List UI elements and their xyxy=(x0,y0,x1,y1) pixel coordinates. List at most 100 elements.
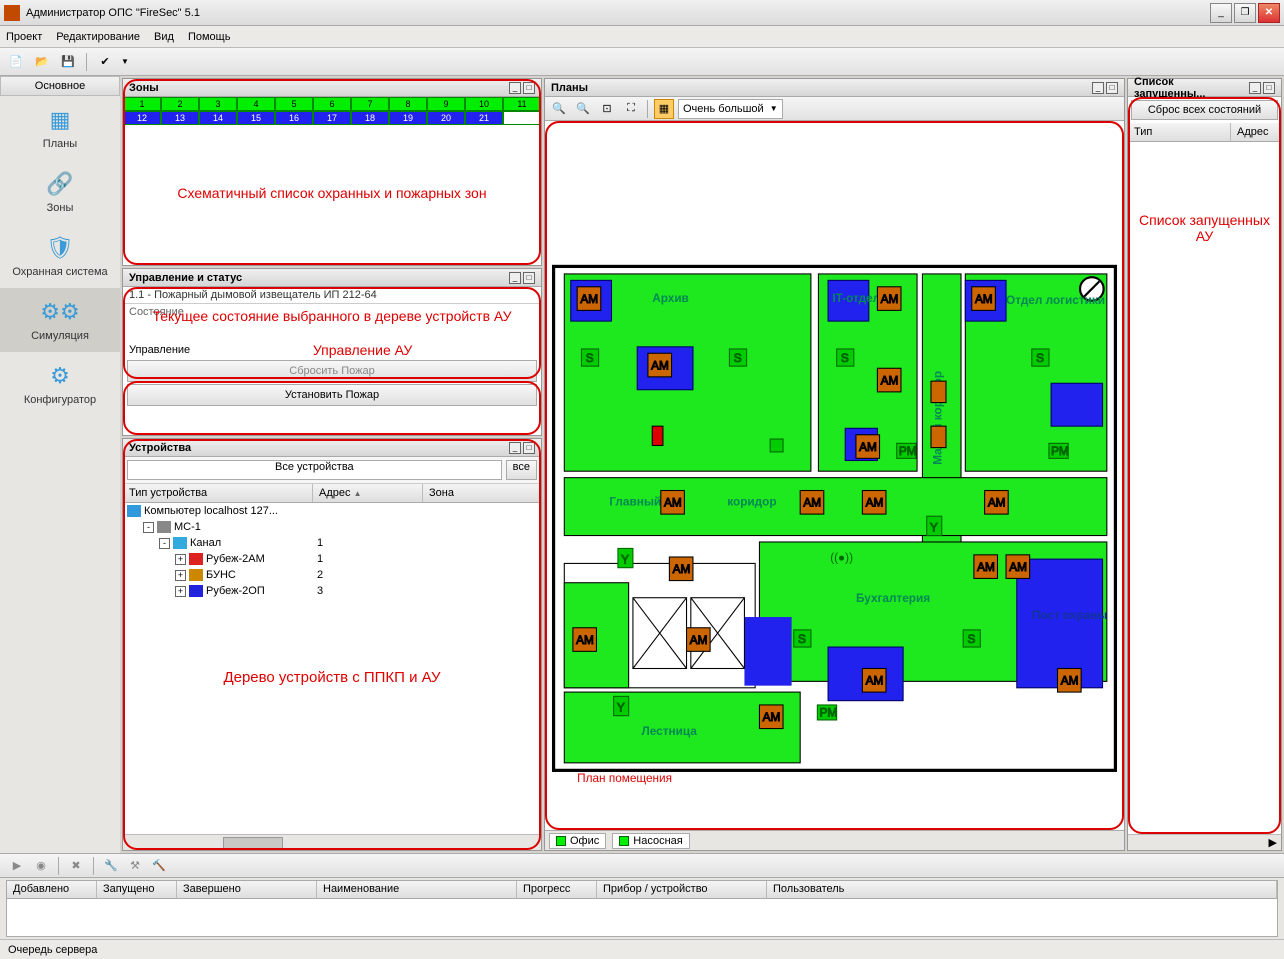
chevron-right-icon[interactable]: ▶ xyxy=(1269,836,1277,849)
zone-cell[interactable]: 15 xyxy=(237,111,275,125)
col-done[interactable]: Завершено xyxy=(177,881,317,898)
scrollbar-horizontal[interactable] xyxy=(123,834,541,850)
zone-cell[interactable]: 13 xyxy=(161,111,199,125)
maximize-panel-icon[interactable]: □ xyxy=(523,442,535,454)
zone-cell[interactable]: 9 xyxy=(427,97,465,111)
menu-help[interactable]: Помощь xyxy=(188,31,231,43)
col-progress[interactable]: Прогресс xyxy=(517,881,597,898)
delete-icon[interactable]: ✖ xyxy=(67,857,85,875)
zoom-in-icon[interactable]: 🔍 xyxy=(549,99,569,119)
col-user[interactable]: Пользователь xyxy=(767,881,1277,898)
zone-cell[interactable]: 12 xyxy=(123,111,161,125)
tree-row[interactable]: +БУНС2 xyxy=(123,567,541,583)
zone-cell[interactable]: 19 xyxy=(389,111,427,125)
filter-input[interactable]: Все устройства xyxy=(127,460,502,480)
check-icon[interactable]: ✔ xyxy=(95,52,115,72)
floorplan[interactable]: Архив IT-отдел Отдел логистики Малый кор… xyxy=(545,121,1124,830)
zone-cell[interactable]: 8 xyxy=(389,97,427,111)
minimize-panel-icon[interactable]: _ xyxy=(509,82,521,94)
maximize-button[interactable]: ❐ xyxy=(1234,3,1256,23)
zone-cell[interactable]: 1 xyxy=(123,97,161,111)
col-running[interactable]: Запущено xyxy=(97,881,177,898)
zoom-reset-icon[interactable]: ⊡ xyxy=(597,99,617,119)
zone-cell[interactable]: 2 xyxy=(161,97,199,111)
minimize-panel-icon[interactable]: _ xyxy=(509,272,521,284)
sidebar-item-security[interactable]: 🛡 Охранная система xyxy=(0,224,120,288)
open-icon[interactable]: 📂 xyxy=(32,52,52,72)
grid-icon[interactable]: ▦ xyxy=(654,99,674,119)
maximize-panel-icon[interactable]: □ xyxy=(1263,82,1275,94)
filter-all-button[interactable]: все xyxy=(506,460,537,480)
zone-cell[interactable]: 6 xyxy=(313,97,351,111)
col-type[interactable]: Тип xyxy=(1128,123,1231,141)
scrollbar-horizontal[interactable]: ▶ xyxy=(1128,834,1281,850)
col-device[interactable]: Прибор / устройство xyxy=(597,881,767,898)
device-addr: 1 xyxy=(317,553,427,565)
tree-row[interactable]: +Рубеж-2АМ1 xyxy=(123,551,541,567)
tool-icon[interactable]: 🔨 xyxy=(150,857,168,875)
svg-text:S: S xyxy=(967,633,975,646)
launched-body: Сброс всех состояний Тип Адрес Список за… xyxy=(1128,97,1281,834)
reset-fire-button[interactable]: Сбросить Пожар xyxy=(127,360,537,382)
zone-cell[interactable]: 11 xyxy=(503,97,541,111)
expand-icon[interactable]: + xyxy=(175,586,186,597)
save-icon[interactable]: 💾 xyxy=(58,52,78,72)
device-tree[interactable]: Компьютер localhost 127...-МС-1-Канал1+Р… xyxy=(123,503,541,599)
sidebar-item-plans[interactable]: ▦ Планы xyxy=(0,96,120,160)
scroll-thumb[interactable] xyxy=(223,837,283,849)
zone-cell[interactable]: 5 xyxy=(275,97,313,111)
stop-icon[interactable]: ◉ xyxy=(32,857,50,875)
zone-cell[interactable]: 17 xyxy=(313,111,351,125)
expand-icon[interactable]: + xyxy=(175,570,186,581)
map-tab-pump[interactable]: Насосная xyxy=(612,833,689,849)
reset-all-states-button[interactable]: Сброс всех состояний xyxy=(1131,100,1278,120)
sidebar-item-configurator[interactable]: ⚙ Конфигуратор xyxy=(0,352,120,416)
col-addr[interactable]: Адрес xyxy=(1231,123,1281,141)
menu-project[interactable]: Проект xyxy=(6,31,42,43)
zone-cell[interactable]: 14 xyxy=(199,111,237,125)
col-addr[interactable]: Адрес ▲ xyxy=(313,484,423,502)
map-tab-office[interactable]: Офис xyxy=(549,833,606,849)
collapse-icon[interactable]: - xyxy=(143,522,154,533)
minimize-button[interactable]: _ xyxy=(1210,3,1232,23)
tree-row[interactable]: Компьютер localhost 127... xyxy=(123,503,541,519)
zone-cell[interactable]: 4 xyxy=(237,97,275,111)
minimize-panel-icon[interactable]: _ xyxy=(1249,82,1261,94)
zone-cell[interactable]: 3 xyxy=(199,97,237,111)
menu-edit[interactable]: Редактирование xyxy=(56,31,140,43)
col-type[interactable]: Тип устройства xyxy=(123,484,313,502)
zone-cell[interactable]: 20 xyxy=(427,111,465,125)
close-button[interactable]: ✕ xyxy=(1258,3,1280,23)
maximize-panel-icon[interactable]: □ xyxy=(523,272,535,284)
col-name[interactable]: Наименование xyxy=(317,881,517,898)
sidebar-item-simulation[interactable]: ⚙⚙ Симуляция xyxy=(0,288,120,352)
zoom-out-icon[interactable]: 🔍 xyxy=(573,99,593,119)
sidebar-item-zones[interactable]: 🔗 Зоны xyxy=(0,160,120,224)
maximize-panel-icon[interactable]: □ xyxy=(523,82,535,94)
zone-cell[interactable]: 10 xyxy=(465,97,503,111)
play-icon[interactable]: ▶ xyxy=(8,857,26,875)
expand-icon[interactable]: + xyxy=(175,554,186,565)
zone-cell[interactable]: 21 xyxy=(465,111,503,125)
tool-icon[interactable]: 🔧 xyxy=(102,857,120,875)
minimize-panel-icon[interactable]: _ xyxy=(1092,82,1104,94)
col-zone[interactable]: Зона xyxy=(423,484,541,502)
menu-view[interactable]: Вид xyxy=(154,31,174,43)
tree-row[interactable]: -МС-1 xyxy=(123,519,541,535)
maximize-panel-icon[interactable]: □ xyxy=(1106,82,1118,94)
tree-row[interactable]: -Канал1 xyxy=(123,535,541,551)
launched-annotation: Список запущенных АУ xyxy=(1128,212,1281,244)
new-icon[interactable]: 📄 xyxy=(6,52,26,72)
zone-cell[interactable]: 7 xyxy=(351,97,389,111)
zone-cell[interactable]: 18 xyxy=(351,111,389,125)
collapse-icon[interactable]: - xyxy=(159,538,170,549)
dropdown-icon[interactable]: ▼ xyxy=(121,57,129,66)
zone-cell[interactable]: 16 xyxy=(275,111,313,125)
fit-icon[interactable]: ⛶ xyxy=(621,99,641,119)
tree-row[interactable]: +Рубеж-2ОП3 xyxy=(123,583,541,599)
col-added[interactable]: Добавлено xyxy=(7,881,97,898)
minimize-panel-icon[interactable]: _ xyxy=(509,442,521,454)
set-fire-button[interactable]: Установить Пожар xyxy=(127,384,537,406)
tool-icon[interactable]: ⚒ xyxy=(126,857,144,875)
zoom-select[interactable]: Очень большой ▼ xyxy=(678,99,783,119)
